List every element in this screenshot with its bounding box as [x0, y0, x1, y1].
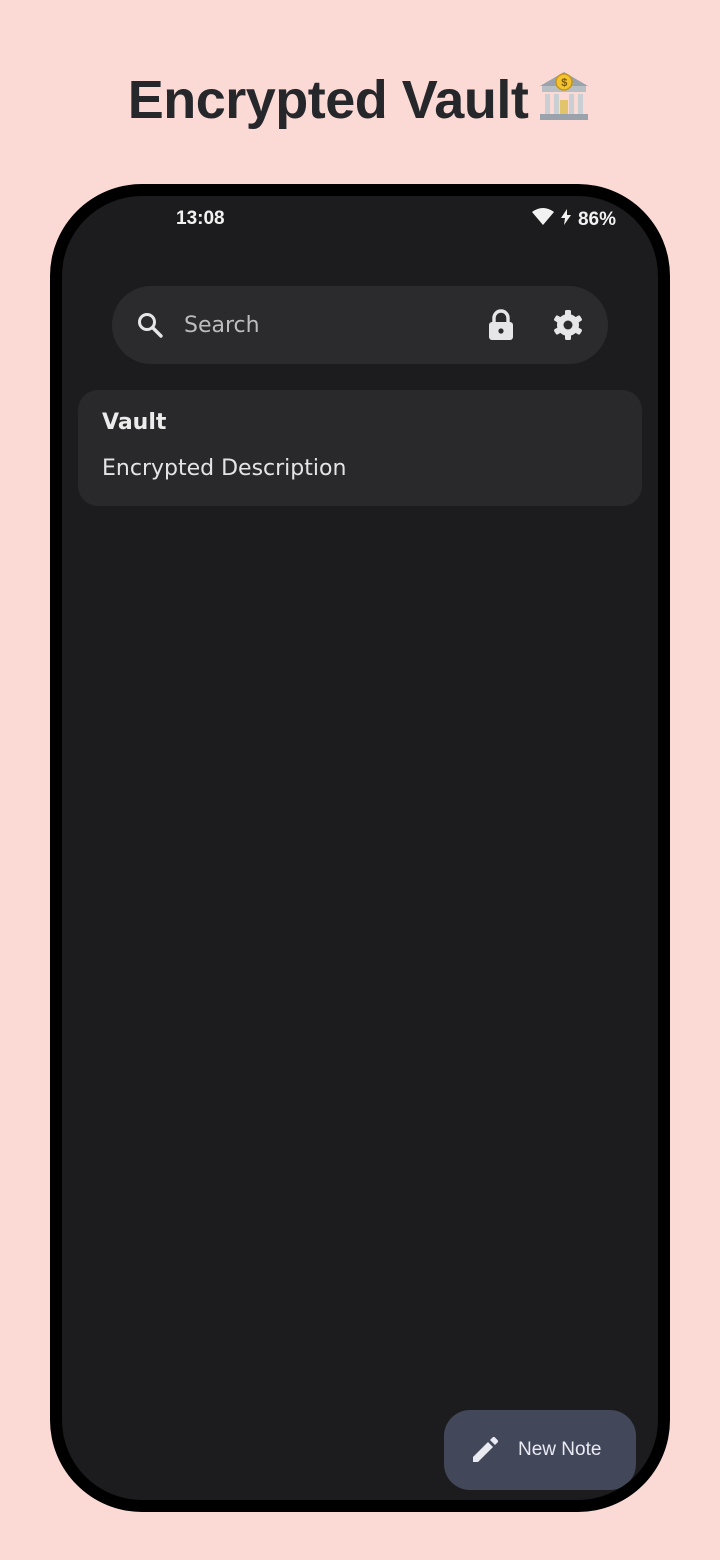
note-description: Encrypted Description: [102, 456, 347, 481]
bank-icon: $: [536, 68, 592, 137]
status-icons: 86%: [531, 208, 616, 232]
svg-text:$: $: [562, 77, 568, 89]
status-time: 13:08: [176, 208, 225, 229]
pencil-icon: [470, 1435, 500, 1465]
search-bar[interactable]: [112, 286, 608, 364]
page-headline: Encrypted Vault $: [0, 68, 720, 137]
new-note-label: New Note: [518, 1439, 602, 1460]
note-title: Vault: [102, 410, 167, 435]
lock-icon[interactable]: [484, 308, 518, 342]
phone-screen: 13:08 86% Search Vault Encrypted Descrip…: [62, 196, 658, 1500]
bolt-icon: [560, 208, 572, 232]
search-input[interactable]: [184, 304, 464, 346]
wifi-icon: [531, 208, 554, 232]
new-note-button[interactable]: New Note: [444, 1410, 636, 1490]
note-card[interactable]: Vault Encrypted Description: [78, 390, 642, 506]
gear-icon[interactable]: [550, 307, 586, 343]
search-icon: [136, 311, 164, 343]
headline-text: Encrypted Vault: [127, 70, 529, 130]
battery-level: 86%: [577, 209, 616, 230]
